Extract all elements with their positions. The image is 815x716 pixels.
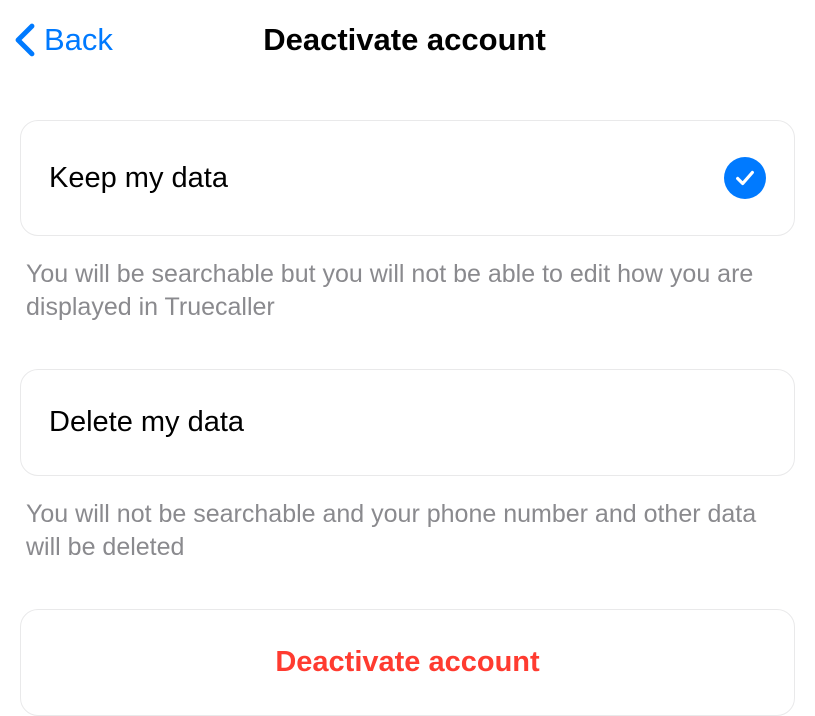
deactivate-account-button[interactable]: Deactivate account <box>20 609 795 716</box>
deactivate-label: Deactivate account <box>275 646 539 678</box>
content-area: Keep my data You will be searchable but … <box>0 72 815 716</box>
header-bar: Back Deactivate account <box>0 0 815 72</box>
back-button[interactable]: Back <box>14 22 113 58</box>
option-keep-my-data[interactable]: Keep my data <box>20 120 795 236</box>
option-keep-label: Keep my data <box>49 162 228 195</box>
page-title: Deactivate account <box>263 22 546 58</box>
chevron-left-icon <box>14 23 36 57</box>
option-keep-description: You will be searchable but you will not … <box>20 236 795 323</box>
checkmark-icon <box>724 157 766 199</box>
option-delete-description: You will not be searchable and your phon… <box>20 476 795 563</box>
back-label: Back <box>44 22 113 58</box>
option-delete-label: Delete my data <box>49 406 244 439</box>
spacer <box>20 323 795 369</box>
option-delete-my-data[interactable]: Delete my data <box>20 369 795 476</box>
